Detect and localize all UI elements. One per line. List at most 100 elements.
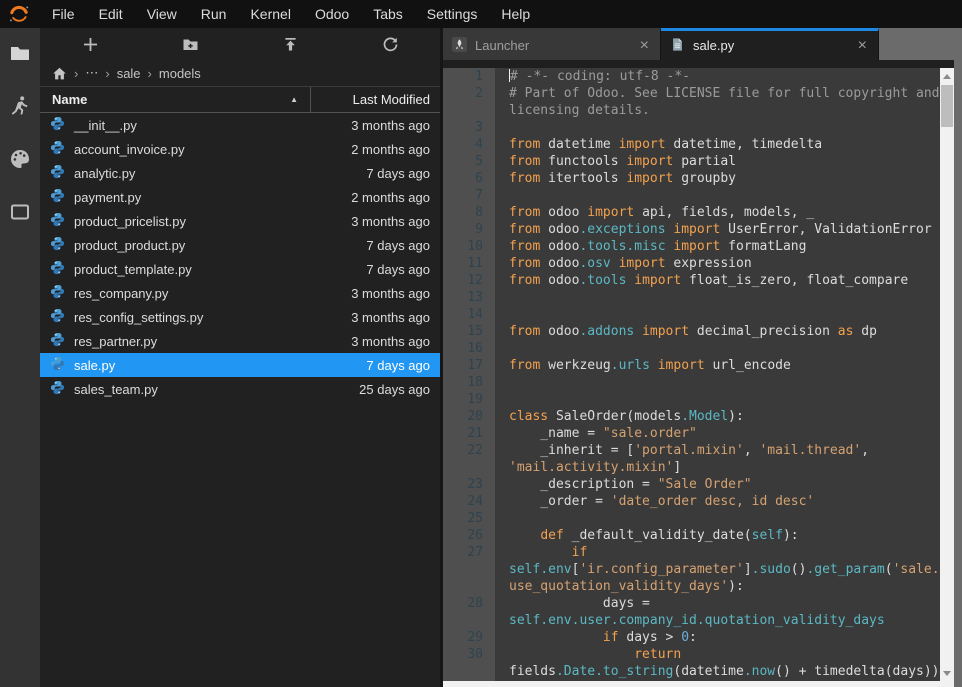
file-modified: 3 months ago [351,118,440,133]
file-list-header: Name ▲ Last Modified [40,86,440,113]
tab-sale-py[interactable]: sale.py × [661,28,879,60]
code-line[interactable]: 8from odoo import api, fields, models, _ [443,204,940,221]
new-folder-icon[interactable] [140,28,240,60]
code-line[interactable]: 1# -*- coding: utf-8 -*- [443,68,940,85]
code-line[interactable]: 22 _inherit = ['portal.mixin', 'mail.thr… [443,442,940,459]
code-text: from odoo.osv import expression [495,255,940,272]
scroll-up-icon[interactable] [940,69,954,83]
code-line[interactable]: 29 if days > 0: [443,629,940,646]
file-row-payment.py[interactable]: payment.py2 months ago [40,185,440,209]
file-row-analytic.py[interactable]: analytic.py7 days ago [40,161,440,185]
file-row-sales_team.py[interactable]: sales_team.py25 days ago [40,377,440,401]
code-editor[interactable]: 1# -*- coding: utf-8 -*-2# Part of Odoo.… [443,68,940,681]
line-number: 1 [443,68,495,85]
palette-icon[interactable] [9,148,31,170]
breadcrumb-ellipsis[interactable]: ⋯ [85,65,98,81]
code-line[interactable]: 26 def _default_validity_date(self): [443,527,940,544]
code-line[interactable]: 9from odoo.exceptions import UserError, … [443,221,940,238]
file-row-sale.py[interactable]: sale.py7 days ago [40,353,440,377]
python-file-icon [50,116,65,134]
file-modified: 7 days ago [366,238,440,253]
code-line[interactable]: 4from datetime import datetime, timedelt… [443,136,940,153]
code-line[interactable]: 23 _description = "Sale Order" [443,476,940,493]
code-line[interactable]: 15from odoo.addons import decimal_precis… [443,323,940,340]
code-line[interactable]: use_quotation_validity_days'): [443,578,940,595]
column-header-name[interactable]: Name ▲ [40,87,310,112]
breadcrumb-sale[interactable]: sale [117,66,141,81]
code-line[interactable]: 3 [443,119,940,136]
refresh-icon[interactable] [340,28,440,60]
code-line[interactable]: 2# Part of Odoo. See LICENSE file for fu… [443,85,940,102]
code-line[interactable]: 5from functools import partial [443,153,940,170]
scroll-down-icon[interactable] [940,666,954,680]
code-line[interactable]: self.env.user.company_id.quotation_valid… [443,612,940,629]
close-icon[interactable]: × [856,39,869,53]
code-line[interactable]: 16 [443,340,940,357]
menu-odoo[interactable]: Odoo [303,3,361,25]
code-line[interactable]: 19 [443,391,940,408]
file-row-product_template.py[interactable]: product_template.py7 days ago [40,257,440,281]
code-line[interactable]: 11from odoo.osv import expression [443,255,940,272]
code-line[interactable]: 7 [443,187,940,204]
menu-tabs[interactable]: Tabs [361,3,415,25]
code-line[interactable]: 12from odoo.tools import float_is_zero, … [443,272,940,289]
code-line[interactable]: 24 _order = 'date_order desc, id desc' [443,493,940,510]
file-modified: 2 months ago [351,190,440,205]
file-row-product_pricelist.py[interactable]: product_pricelist.py3 months ago [40,209,440,233]
tab-label: sale.py [693,38,734,53]
column-header-modified[interactable]: Last Modified [310,87,440,112]
code-line[interactable]: 10from odoo.tools.misc import formatLang [443,238,940,255]
vertical-scrollbar[interactable] [940,68,954,681]
new-launcher-icon[interactable] [40,28,140,60]
code-line[interactable]: 13 [443,289,940,306]
menu-settings[interactable]: Settings [415,3,490,25]
menu-run[interactable]: Run [189,3,239,25]
horizontal-scrollbar[interactable] [443,681,954,687]
file-row-res_company.py[interactable]: res_company.py3 months ago [40,281,440,305]
code-line[interactable]: licensing details. [443,102,940,119]
menu-view[interactable]: View [135,3,189,25]
upload-icon[interactable] [240,28,340,60]
folder-icon[interactable] [9,42,31,64]
code-line[interactable]: 30 return [443,646,940,663]
code-line[interactable]: 14 [443,306,940,323]
line-number: 19 [443,391,495,408]
close-icon[interactable]: × [638,39,651,53]
code-text: 'mail.activity.mixin'] [495,459,940,476]
sort-ascending-icon[interactable]: ▲ [290,95,298,104]
menu-help[interactable]: Help [489,3,542,25]
file-row-product_product.py[interactable]: product_product.py7 days ago [40,233,440,257]
line-number: 16 [443,340,495,357]
file-row-__init__.py[interactable]: __init__.py3 months ago [40,113,440,137]
file-row-res_config_settings.py[interactable]: res_config_settings.py3 months ago [40,305,440,329]
code-text: if [495,544,940,561]
line-number: 2 [443,85,495,102]
file-row-res_partner.py[interactable]: res_partner.py3 months ago [40,329,440,353]
line-number: 9 [443,221,495,238]
menu-edit[interactable]: Edit [87,3,135,25]
code-line[interactable]: 18 [443,374,940,391]
tab-launcher[interactable]: Launcher× [443,28,661,60]
menu-kernel[interactable]: Kernel [238,3,302,25]
code-text: from functools import partial [495,153,940,170]
code-line[interactable]: 25 [443,510,940,527]
code-line[interactable]: 20class SaleOrder(models.Model): [443,408,940,425]
code-line[interactable]: 'mail.activity.mixin'] [443,459,940,476]
code-line[interactable]: 28 days = [443,595,940,612]
line-number: 29 [443,629,495,646]
code-line[interactable]: fields.Date.to_string(datetime.now() + t… [443,663,940,680]
running-icon[interactable] [9,95,31,117]
code-line[interactable]: self.env['ir.config_parameter'].sudo().g… [443,561,940,578]
code-line[interactable]: 6from itertools import groupby [443,170,940,187]
breadcrumb-models[interactable]: models [159,66,201,81]
code-line[interactable]: 27 if [443,544,940,561]
line-number: 14 [443,306,495,323]
code-line[interactable]: 21 _name = "sale.order" [443,425,940,442]
launcher-icon [452,37,475,55]
file-row-account_invoice.py[interactable]: account_invoice.py2 months ago [40,137,440,161]
menu-file[interactable]: File [40,3,87,25]
scrollbar-thumb[interactable] [941,85,953,127]
home-icon[interactable] [52,66,67,81]
code-line[interactable]: 17from werkzeug.urls import url_encode [443,357,940,374]
tabs-icon[interactable] [9,201,31,223]
